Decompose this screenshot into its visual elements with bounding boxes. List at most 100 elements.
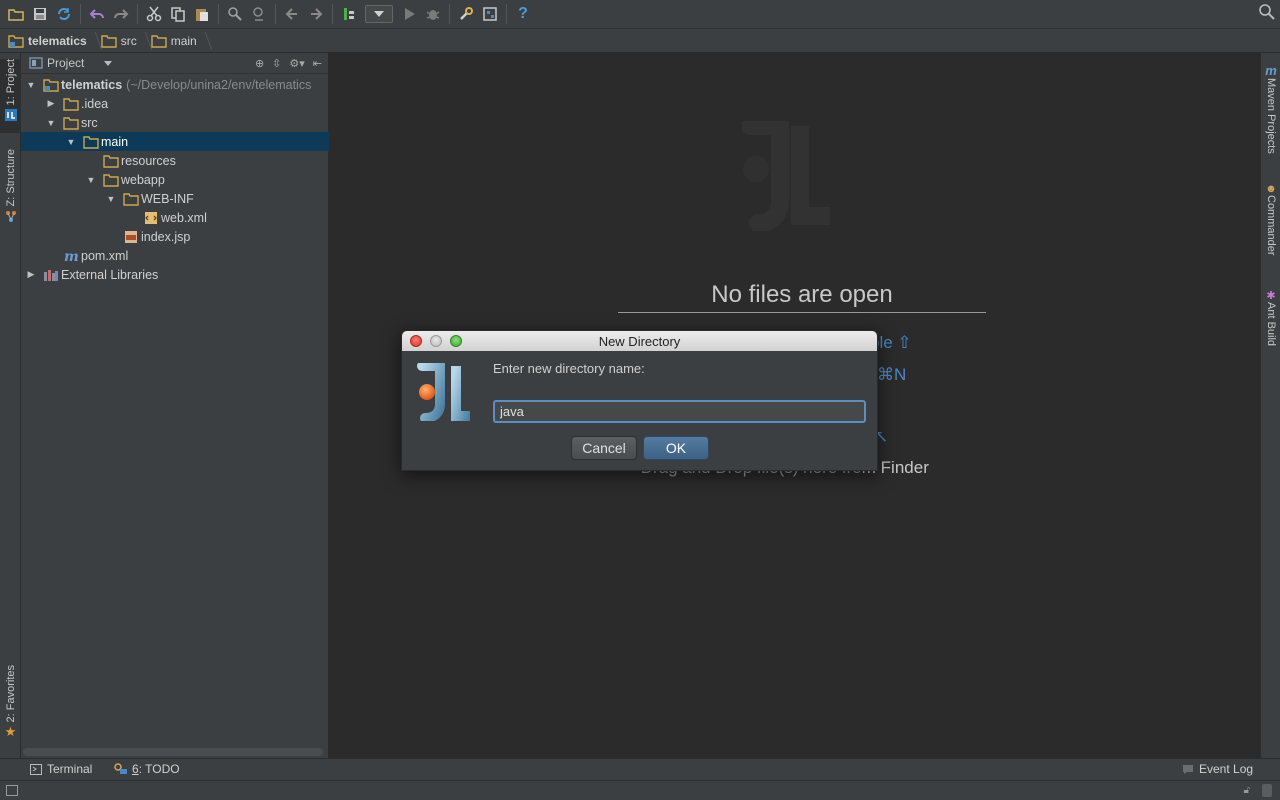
project-view-icon (29, 57, 43, 69)
tree-item-icon (103, 173, 119, 187)
search-everywhere-icon[interactable] (1258, 3, 1276, 24)
dialog-title: New Directory (598, 333, 681, 349)
tree-item-path: (~/Develop/unina2/env/telematics (126, 77, 312, 92)
commander-icon: ☻ (1265, 183, 1277, 195)
tree-item-telematics[interactable]: ▼ telematics (~/Develop/unina2/env/telemat… (21, 75, 329, 94)
ok-button[interactable]: OK (643, 436, 709, 460)
directory-name-input[interactable] (493, 400, 866, 423)
build-icon[interactable] (338, 3, 360, 25)
forward-icon[interactable] (305, 3, 327, 25)
replace-icon[interactable] (248, 3, 270, 25)
run-icon[interactable] (398, 3, 420, 25)
tree-item-pom-xml[interactable]: m pom.xml (21, 246, 329, 265)
tree-item-label: WEB-INF (141, 191, 194, 206)
hide-panel-icon[interactable]: ⇤ (313, 57, 322, 70)
tree-item-src[interactable]: ▼ src (21, 113, 329, 132)
redo-icon[interactable] (110, 3, 132, 25)
tree-item-web-xml[interactable]: web.xml (21, 208, 329, 227)
tree-item-idea[interactable]: ▶ .idea (21, 94, 329, 113)
tree-item-web-inf[interactable]: ▼ WEB-INF (21, 189, 329, 208)
tree-item-label: pom.xml (81, 248, 129, 263)
tab-favorites-label: 2: Favorites (4, 665, 17, 723)
tree-item-label: web.xml (161, 210, 207, 225)
shift-symbol: ⇧ (897, 333, 912, 352)
project-structure-icon[interactable] (479, 3, 501, 25)
hint-2-text: ⌘N (877, 365, 907, 384)
collapsed-arrow-icon[interactable]: ▶ (25, 269, 37, 281)
save-icon[interactable] (29, 3, 51, 25)
tab-ant-build[interactable]: ✱ Ant Build (1261, 289, 1280, 359)
tab-todo-label: : TODO (138, 762, 180, 776)
folder-icon (63, 97, 79, 111)
intellij-watermark-icon (742, 121, 830, 231)
zoom-window-button[interactable] (450, 335, 462, 347)
tab-favorites[interactable]: 2: Favorites ★ (0, 665, 21, 749)
debug-icon[interactable] (422, 3, 444, 25)
tree-item-label: webapp (121, 172, 165, 187)
tree-item-icon: m (63, 249, 79, 263)
expanded-arrow-icon[interactable]: ▼ (105, 193, 117, 205)
memory-indicator-icon[interactable] (1262, 784, 1272, 797)
toolbar-separator (218, 4, 219, 24)
tree-item-index-jsp[interactable]: index.jsp (21, 227, 329, 246)
tab-ant-label: Ant Build (1265, 302, 1277, 347)
close-window-button[interactable] (410, 335, 422, 347)
tree-item-label: main (101, 134, 129, 149)
maven-icon: m (1265, 63, 1277, 78)
scroll-from-source-icon[interactable]: ⊕ (255, 57, 264, 70)
tab-event-log[interactable]: Event Log (1182, 762, 1253, 776)
tab-structure-label: Z: Structure (4, 149, 17, 207)
terminal-icon (30, 763, 42, 775)
tab-project[interactable]: 1: Project (0, 59, 21, 133)
back-icon[interactable] (281, 3, 303, 25)
breadcrumb-item-main[interactable]: main (151, 29, 211, 53)
cancel-button[interactable]: Cancel (571, 436, 637, 460)
expanded-arrow-icon[interactable]: ▼ (25, 79, 37, 91)
expanded-arrow-icon[interactable]: ▼ (65, 136, 77, 148)
find-icon[interactable] (224, 3, 246, 25)
horizontal-scrollbar[interactable] (23, 748, 323, 756)
paste-icon[interactable] (191, 3, 213, 25)
toolbar-separator (332, 4, 333, 24)
settings-icon[interactable] (455, 3, 477, 25)
minimize-window-button[interactable] (430, 335, 442, 347)
tree-item-icon (83, 135, 99, 149)
tree-item-webapp[interactable]: ▼ webapp (21, 170, 329, 189)
expanded-arrow-icon[interactable]: ▼ (85, 174, 97, 186)
collapse-all-icon[interactable]: ⇳ (272, 57, 281, 70)
tree-item-external-libraries[interactable]: ▶ External Libraries (21, 265, 329, 284)
copy-icon[interactable] (167, 3, 189, 25)
collapsed-arrow-icon[interactable]: ▶ (45, 98, 57, 110)
folder-icon (151, 34, 167, 48)
tab-terminal[interactable]: Terminal (30, 762, 92, 776)
tree-item-icon (103, 154, 119, 168)
tree-item-resources[interactable]: resources (21, 151, 329, 170)
tab-commander[interactable]: ☻ Commander (1261, 183, 1280, 273)
gear-icon[interactable]: ⚙▾ (289, 57, 304, 70)
dialog-titlebar[interactable]: New Directory (402, 331, 877, 351)
run-config-combo[interactable] (365, 5, 393, 23)
toolbar-separator (137, 4, 138, 24)
tab-structure[interactable]: Z: Structure (0, 149, 21, 233)
undo-icon[interactable] (86, 3, 108, 25)
tree-item-main[interactable]: ▼ main (21, 132, 329, 151)
lock-icon[interactable]: 🔓︎ (1244, 785, 1250, 796)
breadcrumb-label: src (120, 33, 137, 48)
expanded-arrow-icon[interactable]: ▼ (45, 117, 57, 129)
open-folder-icon[interactable] (5, 3, 27, 25)
tree-item-label: src (81, 115, 98, 130)
new-directory-dialog: New Directory Enter new directory name: … (401, 330, 878, 471)
breadcrumb-item-telematics[interactable]: telematics (8, 29, 101, 53)
tab-maven-projects[interactable]: m Maven Projects (1261, 63, 1280, 163)
tree-item-icon (123, 192, 139, 206)
help-icon[interactable]: ? (512, 3, 534, 25)
tab-event-log-label: Event Log (1199, 762, 1254, 776)
toggle-tool-windows-icon[interactable] (6, 785, 18, 796)
sync-icon[interactable] (53, 3, 75, 25)
breadcrumb-item-src[interactable]: src (101, 29, 151, 53)
tab-todo[interactable]: 6: TODO (114, 762, 180, 776)
project-panel-title[interactable]: Project (47, 56, 84, 70)
chevron-down-icon[interactable] (104, 60, 113, 66)
cut-icon[interactable] (143, 3, 165, 25)
structure-icon (5, 211, 16, 223)
